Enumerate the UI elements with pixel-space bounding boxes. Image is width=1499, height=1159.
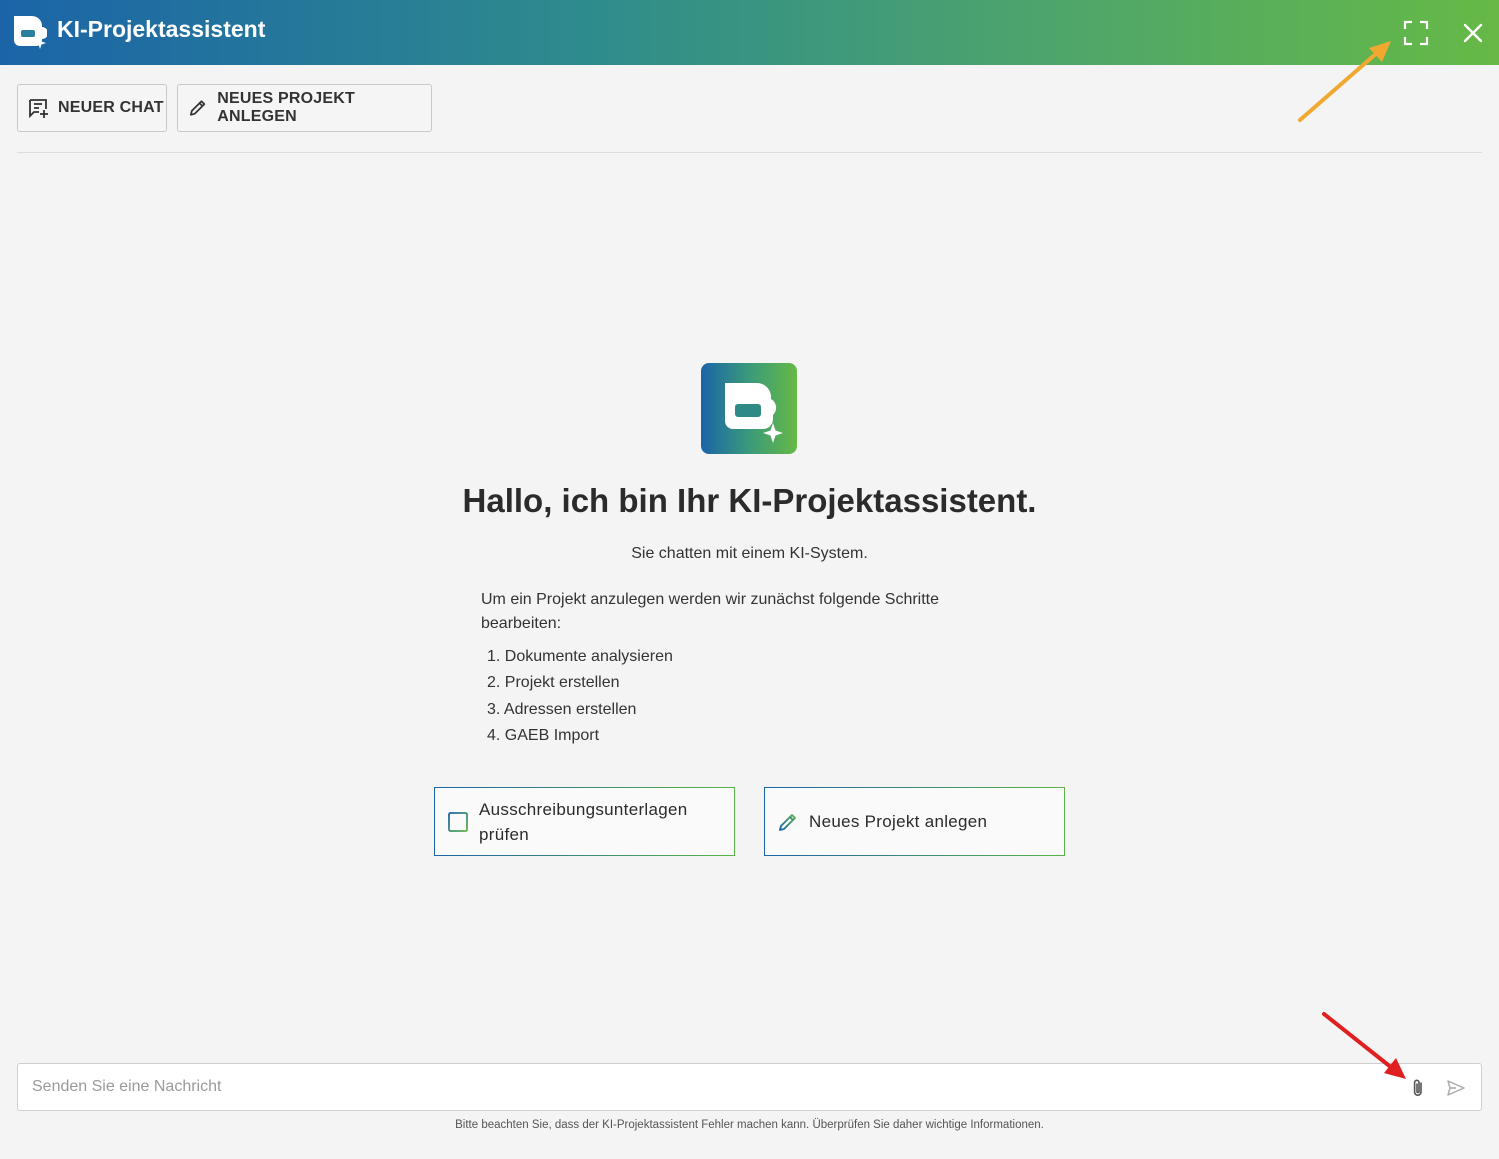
app-logo-icon xyxy=(14,16,47,49)
close-icon[interactable] xyxy=(1458,18,1488,48)
list-item: 4. GAEB Import xyxy=(487,726,600,744)
welcome-subheading: Sie chatten mit einem KI-System. xyxy=(631,545,868,562)
list-item: 1. Dokumente analysieren xyxy=(487,648,673,665)
new-project-button[interactable]: NEUES PROJEKT ANLEGEN xyxy=(177,84,432,132)
new-chat-button[interactable]: NEUER CHAT xyxy=(17,84,167,132)
steps-list: 1. Dokumente analysieren 2. Projekt erst… xyxy=(487,645,673,750)
title-bar: KI-Projektassistent xyxy=(0,0,1499,65)
pencil-icon xyxy=(779,814,796,831)
review-documents-label: Ausschreibungsunterlagen prüfen xyxy=(479,800,688,844)
welcome-heading: Hallo, ich bin Ihr KI-Projektassistent. xyxy=(462,482,1037,519)
list-item: 2. Projekt erstellen xyxy=(487,674,620,692)
annotation-arrows xyxy=(1298,41,1406,1079)
pencil-icon xyxy=(189,100,206,116)
new-project-label: Neues Projekt anlegen xyxy=(809,812,988,831)
checklist-icon xyxy=(448,812,468,832)
toolbar-divider xyxy=(17,152,1482,153)
new-project-card[interactable]: Neues Projekt anlegen xyxy=(764,787,1065,856)
fullscreen-icon[interactable] xyxy=(1401,18,1431,48)
disclaimer-text: Bitte beachten Sie, dass der KI-Projekta… xyxy=(455,1119,1044,1131)
paperclip-icon[interactable] xyxy=(1406,1076,1430,1100)
window-title: KI-Projektassistent xyxy=(57,16,266,42)
review-documents-card[interactable]: Ausschreibungsunterlagen prüfen xyxy=(434,787,735,856)
send-icon[interactable] xyxy=(1444,1076,1468,1100)
list-item: 3. Adressen erstellen xyxy=(487,700,637,718)
new-chat-label: NEUER CHAT xyxy=(58,99,164,116)
chat-input-container xyxy=(17,1063,1482,1111)
intro-text: Um ein Projekt anzulegen werden wir zunä… xyxy=(481,591,940,632)
assistant-logo-icon xyxy=(701,363,797,454)
new-project-label: NEUES PROJEKT ANLEGEN xyxy=(217,90,355,125)
message-input[interactable] xyxy=(32,1064,1392,1110)
new-chat-icon xyxy=(29,99,48,119)
